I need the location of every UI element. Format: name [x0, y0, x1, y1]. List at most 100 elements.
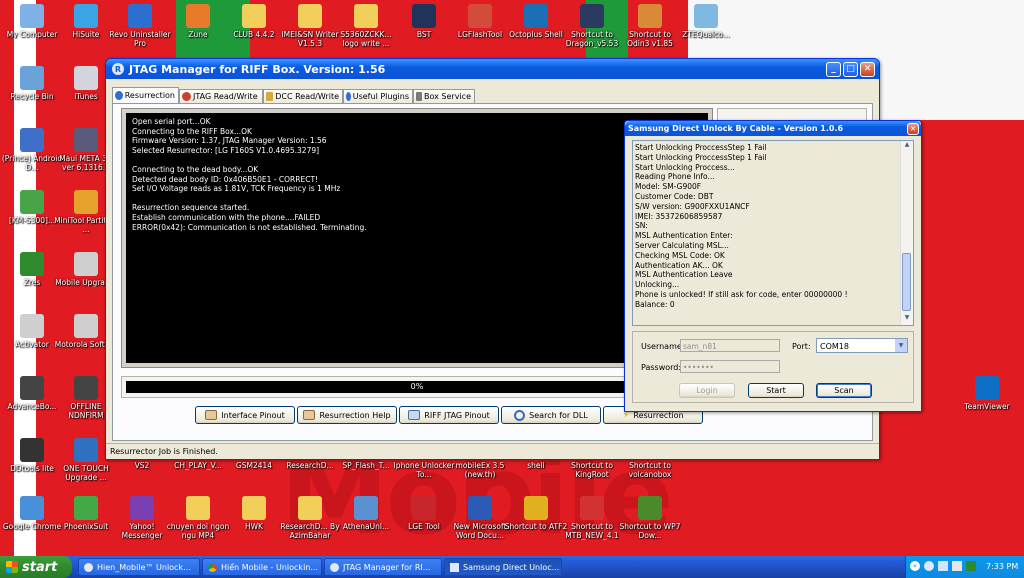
pinout-icon	[408, 410, 421, 420]
desktop-icon-label: Iphone Unlocker To...	[393, 461, 455, 479]
security-tray-icon[interactable]	[966, 561, 976, 571]
interface-pinout-button[interactable]: Interface Pinout	[195, 406, 295, 424]
desktop-icon[interactable]: HWK	[222, 494, 286, 531]
login-button[interactable]: Login	[679, 383, 735, 398]
tray-chevron-icon[interactable]: «	[910, 561, 920, 571]
start-button[interactable]: Start	[748, 383, 804, 398]
log-line: Unlocking...	[635, 280, 680, 290]
riff-tray-icon[interactable]	[924, 561, 934, 571]
jtag-tab-strip: Resurrection JTAG Read/Write DCC Read/Wr…	[112, 87, 872, 103]
tab-resurrection[interactable]: Resurrection	[112, 87, 179, 103]
desktop-icon[interactable]: Shortcut to Odin3 v1.85	[618, 2, 682, 48]
desktop-icon[interactable]: ResearchD...	[278, 461, 342, 470]
desktop-icon[interactable]: GSM2414	[222, 461, 286, 470]
teamviewer-icon	[975, 376, 999, 400]
desktop-icon[interactable]: AthenaUnl...	[334, 494, 398, 531]
scan-button[interactable]: Scan	[816, 383, 872, 398]
tab-useful-plugins[interactable]: Useful Plugins	[343, 89, 413, 103]
onetouch-icon	[74, 438, 98, 462]
tab-dcc-read-write[interactable]: DCC Read/Write	[263, 89, 343, 103]
desktop-icon-label: TeamViewer	[964, 402, 1010, 411]
tab-box-service[interactable]: Box Service	[413, 89, 475, 103]
log-line: Start Unlocking Proccess...	[635, 162, 735, 172]
desktop-icon[interactable]: IMEI&SN Writer V1.5.3	[278, 2, 342, 48]
clock[interactable]: 7:33 PM	[986, 562, 1018, 571]
desktop-icon[interactable]: SP_Flash_T...	[334, 461, 398, 470]
desktop-icon[interactable]: CH_PLAY_V...	[166, 461, 230, 470]
taskbar-item-samsung-unlock[interactable]: Samsung Direct Unloc...	[444, 558, 562, 576]
port-select[interactable]: COM18 ▼	[816, 338, 908, 353]
username-field[interactable]: sam_n81	[680, 339, 780, 352]
jtag-log-output[interactable]: Open serial port...OK Connecting to the R…	[126, 113, 708, 363]
log-line: Connecting to the dead body...OK	[132, 164, 259, 174]
taskbar-item-hien-mobile[interactable]: Hien_Mobile™ Unlock...	[78, 558, 200, 576]
tab-jtag-read-write[interactable]: JTAG Read/Write	[179, 89, 263, 103]
desktop-icon-label: PhoenixSuit	[63, 522, 109, 531]
scroll-down-arrow[interactable]: ▼	[901, 314, 913, 325]
desktop-icon[interactable]: chuyen doi ngon ngu MP4	[166, 494, 230, 540]
desktop-icon[interactable]: Shortcut to WP7 Dow...	[618, 494, 682, 540]
taskbar-item-chrome[interactable]: Hiển Mobile - Unlockin...	[202, 558, 322, 576]
itunes-icon	[74, 66, 98, 90]
desktop-icon[interactable]: BST	[392, 2, 456, 39]
desktop-icon[interactable]: CLUB 4.4.2	[222, 2, 286, 39]
desktop-icon[interactable]: Yahoo! Messenger	[110, 494, 174, 540]
scroll-up-arrow[interactable]: ▲	[901, 141, 913, 152]
desktop-icon[interactable]: PhoenixSuit	[54, 494, 118, 531]
start-button[interactable]: start	[0, 556, 72, 578]
status-text: Resurrector Job is Finished.	[110, 447, 218, 456]
desktop-icon[interactable]: Shortcut to KingRoot	[560, 461, 624, 479]
zune-icon	[186, 4, 210, 28]
desktop-icon[interactable]: Zune	[166, 2, 230, 39]
chevron-down-icon[interactable]: ▼	[895, 339, 907, 352]
desktop-icon[interactable]: VS2	[110, 461, 174, 470]
close-button[interactable]: ✕	[907, 122, 919, 135]
desktop-icon[interactable]: ZTEQualco...	[674, 2, 738, 39]
windows-logo-icon	[6, 561, 18, 573]
scroll-thumb[interactable]	[902, 253, 911, 311]
volume-tray-icon[interactable]	[952, 561, 962, 571]
samsung-log-output[interactable]: Start Unlocking ProccessStep 1 Fail Start…	[635, 143, 899, 323]
desktop-icon[interactable]: LGFlashTool	[448, 2, 512, 39]
desktop-icon[interactable]: New Microsoft Word Docu...	[448, 494, 512, 540]
search-for-dll-button[interactable]: Search for DLL	[501, 406, 601, 424]
desktop-icon[interactable]: LGE Tool	[392, 494, 456, 531]
hand-icon	[205, 410, 218, 420]
maximize-button[interactable]: □	[843, 61, 858, 77]
desktop-icon[interactable]: S5360ZCKK... logo write ...	[334, 2, 398, 48]
yahoo-icon	[130, 496, 154, 520]
desktop-icon[interactable]: Shortcut to MTB_NEW_4.1	[560, 494, 624, 540]
desktop-icon[interactable]: Iphone Unlocker To...	[392, 461, 456, 479]
desktop-icon-label: LGE Tool	[408, 522, 440, 531]
desktop-icon[interactable]: Shortcut to ATF2	[504, 494, 568, 531]
resurrection-help-button[interactable]: Resurrection Help	[297, 406, 397, 424]
taskbar: start Hien_Mobile™ Unlock... Hiển Mobile…	[0, 556, 1024, 578]
desktop-icon-label: Shortcut to Dragon_v5.53	[565, 30, 619, 48]
network-tray-icon[interactable]	[938, 561, 948, 571]
desktop-icon[interactable]: Revo Uninstaller Pro	[108, 2, 172, 48]
riff-jtag-pinout-button[interactable]: RIFF JTAG Pinout	[399, 406, 499, 424]
minimize-button[interactable]: _	[826, 61, 841, 77]
desktop-icon[interactable]: Shortcut to Dragon_v5.53	[560, 2, 624, 48]
desktop-icon-label: Revo Uninstaller Pro	[109, 30, 171, 48]
zres-icon	[20, 252, 44, 276]
log-scrollbar[interactable]: ▲ ▼	[900, 141, 913, 325]
desktop-icon[interactable]: Shortcut to volcanobox	[618, 461, 682, 479]
password-field[interactable]: •••••••	[680, 360, 780, 373]
taskbar-item-jtag-manager[interactable]: JTAG Manager for RI...	[324, 558, 442, 576]
jtag-titlebar[interactable]: R JTAG Manager for RIFF Box. Version: 1.…	[106, 59, 879, 79]
lge-icon	[412, 496, 436, 520]
desktop-icon[interactable]: TeamViewer	[955, 374, 1019, 411]
desktop-icon[interactable]: mobileEx 3.5 (new.th)	[448, 461, 512, 479]
chip-icon	[182, 92, 191, 101]
riff-app-icon	[330, 562, 339, 572]
samsung-titlebar[interactable]: Samsung Direct Unlock By Cable - Version…	[625, 121, 921, 136]
desktop-icon-label: Shortcut to KingRoot	[571, 461, 613, 479]
folder-icon	[298, 4, 322, 28]
desktop-icon[interactable]: Octoplus Shell	[504, 2, 568, 39]
desktop-icon-label: CH_PLAY_V...	[174, 461, 222, 470]
desktop-icon[interactable]: shell	[504, 461, 568, 470]
close-button[interactable]: ✕	[860, 61, 875, 77]
desktop-icon[interactable]: ResearchD... By AzimBahar	[278, 494, 342, 540]
